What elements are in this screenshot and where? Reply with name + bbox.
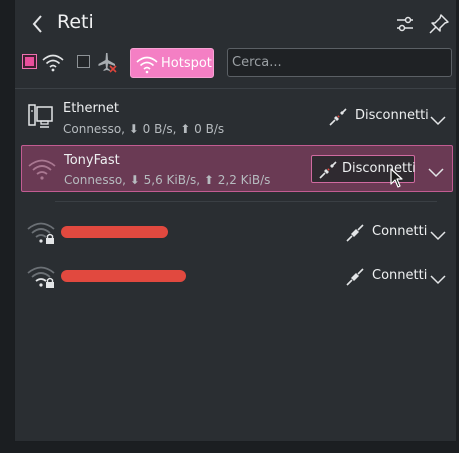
chevron-down-icon[interactable]: [427, 163, 445, 178]
wifi-icon: [28, 155, 56, 187]
connect-plug-icon: [346, 268, 364, 290]
connection-status: Connesso, ⬇ 0 B/s, ⬆ 0 B/s: [63, 122, 225, 136]
search-field[interactable]: [227, 48, 452, 77]
disconnect-plug-icon: [329, 108, 347, 130]
connect-button[interactable]: Connetti: [341, 218, 431, 246]
connection-name: TonyFast: [64, 153, 120, 168]
connection-item-available-1[interactable]: Connetti: [21, 210, 453, 254]
search-input[interactable]: [228, 49, 451, 76]
toolbar-divider: [15, 88, 456, 89]
connect-label: Connetti: [372, 224, 428, 239]
ethernet-icon: [27, 103, 55, 135]
connect-button[interactable]: Connetti: [341, 262, 431, 290]
hotspot-button[interactable]: Hotspot: [130, 48, 214, 78]
wifi-enabled-checkbox[interactable]: [23, 55, 36, 68]
wifi-locked-icon: [27, 262, 59, 294]
disconnect-plug-icon: [319, 161, 337, 183]
chevron-down-icon[interactable]: [429, 226, 447, 241]
connect-label: Connetti: [372, 268, 428, 283]
redacted-network-name: [61, 270, 186, 282]
connection-item-ethernet[interactable]: Ethernet Connesso, ⬇ 0 B/s, ⬆ 0 B/s Disc…: [21, 94, 453, 142]
connection-status: Connesso, ⬇ 5,6 KiB/s, ⬆ 2,2 KiB/s: [64, 173, 271, 187]
chevron-down-icon[interactable]: [429, 270, 447, 285]
network-panel: Reti Hotspot Cerca... Ethernet Connesso,…: [14, 0, 456, 442]
toolbar: Hotspot: [15, 48, 456, 80]
redacted-network-name: [61, 226, 168, 238]
pin-icon[interactable]: [427, 12, 451, 36]
hotspot-icon: [136, 54, 158, 78]
disconnect-label: Disconnetti: [355, 108, 429, 123]
chevron-down-icon[interactable]: [429, 111, 447, 126]
section-divider: [55, 201, 437, 202]
page-title: Reti: [57, 11, 94, 33]
disconnect-button[interactable]: Disconnetti: [317, 102, 429, 130]
hotspot-label: Hotspot: [161, 56, 212, 71]
wifi-icon: [41, 51, 65, 77]
connection-name: Ethernet: [63, 101, 119, 116]
connect-plug-icon: [346, 224, 364, 246]
sliders-icon[interactable]: [393, 12, 417, 36]
back-arrow-icon[interactable]: [29, 12, 49, 36]
mouse-cursor-icon: [390, 168, 404, 192]
airplane-mode-checkbox[interactable]: [77, 55, 90, 68]
airplane-mode-icon: [95, 51, 119, 77]
wifi-locked-icon: [27, 218, 59, 250]
connection-item-available-2[interactable]: Connetti: [21, 254, 453, 298]
panel-header: Reti: [15, 0, 456, 48]
connection-item-tonyfast[interactable]: TonyFast Connesso, ⬇ 5,6 KiB/s, ⬆ 2,2 Ki…: [21, 145, 453, 192]
disconnect-label: Disconnetti: [342, 161, 416, 176]
